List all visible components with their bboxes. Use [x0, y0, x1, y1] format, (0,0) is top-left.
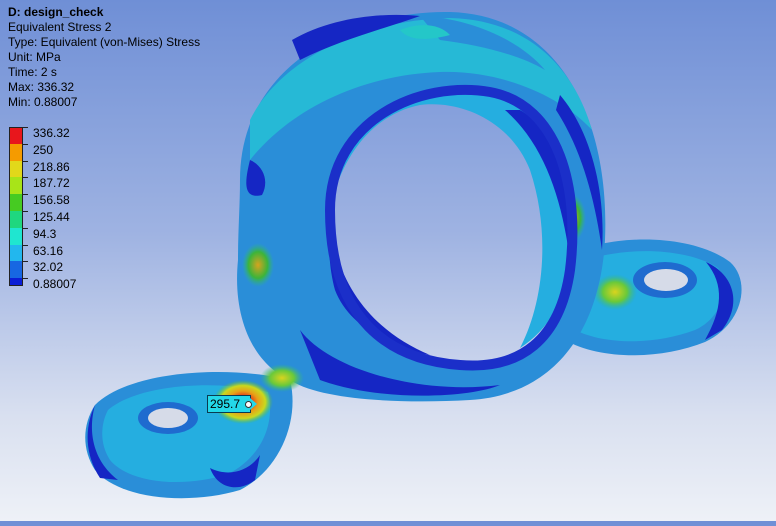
- result-type: Type: Equivalent (von-Mises) Stress: [8, 35, 201, 49]
- analysis-title: D: design_check: [8, 5, 104, 19]
- legend-label: 32.02: [33, 260, 64, 275]
- legend-label: 250: [33, 142, 54, 157]
- result-min: Min: 0.88007: [8, 95, 78, 109]
- legend-swatch: [9, 227, 23, 245]
- legend-tick: [23, 127, 28, 128]
- legend-tick: [23, 278, 28, 280]
- legend-label: 63.16: [33, 243, 64, 258]
- legend-swatch: [9, 177, 23, 195]
- legend-tick: [23, 177, 28, 179]
- legend-swatch: [9, 278, 23, 287]
- legend-tick: [23, 261, 28, 263]
- result-info-panel: D: design_check Equivalent Stress 2 Type…: [8, 5, 200, 110]
- legend-tick: [23, 244, 28, 246]
- legend-tick: [23, 210, 28, 212]
- legend-label: 156.58: [33, 193, 70, 208]
- result-max: Max: 336.32: [8, 80, 75, 94]
- legend-label: 125.44: [33, 209, 70, 224]
- legend-tick: [23, 143, 28, 145]
- legend-swatch: [9, 244, 23, 262]
- result-name: Equivalent Stress 2: [8, 20, 112, 34]
- legend-swatch: [9, 127, 23, 144]
- result-unit: Unit: MPa: [8, 50, 61, 64]
- probe-value: 295.7: [210, 397, 241, 411]
- legend-label: 218.86: [33, 159, 70, 174]
- legend-label: 0.88007: [33, 277, 77, 292]
- probe-point-icon: [245, 401, 253, 408]
- bearing-housing: [237, 11, 606, 402]
- legend-tick: [23, 227, 28, 229]
- result-time: Time: 2 s: [8, 65, 57, 79]
- legend-label: 336.32: [33, 126, 70, 140]
- legend-swatch: [9, 210, 23, 228]
- legend-swatch: [9, 143, 23, 161]
- legend-tick: [23, 160, 28, 162]
- legend-swatch: [9, 160, 23, 178]
- legend-label: 187.72: [33, 176, 70, 191]
- legend-label: 94.3: [33, 226, 57, 241]
- legend-tick: [23, 194, 28, 196]
- legend-swatch: [9, 261, 23, 279]
- legend-swatch: [9, 194, 23, 211]
- probe-label[interactable]: 295.7: [207, 395, 258, 413]
